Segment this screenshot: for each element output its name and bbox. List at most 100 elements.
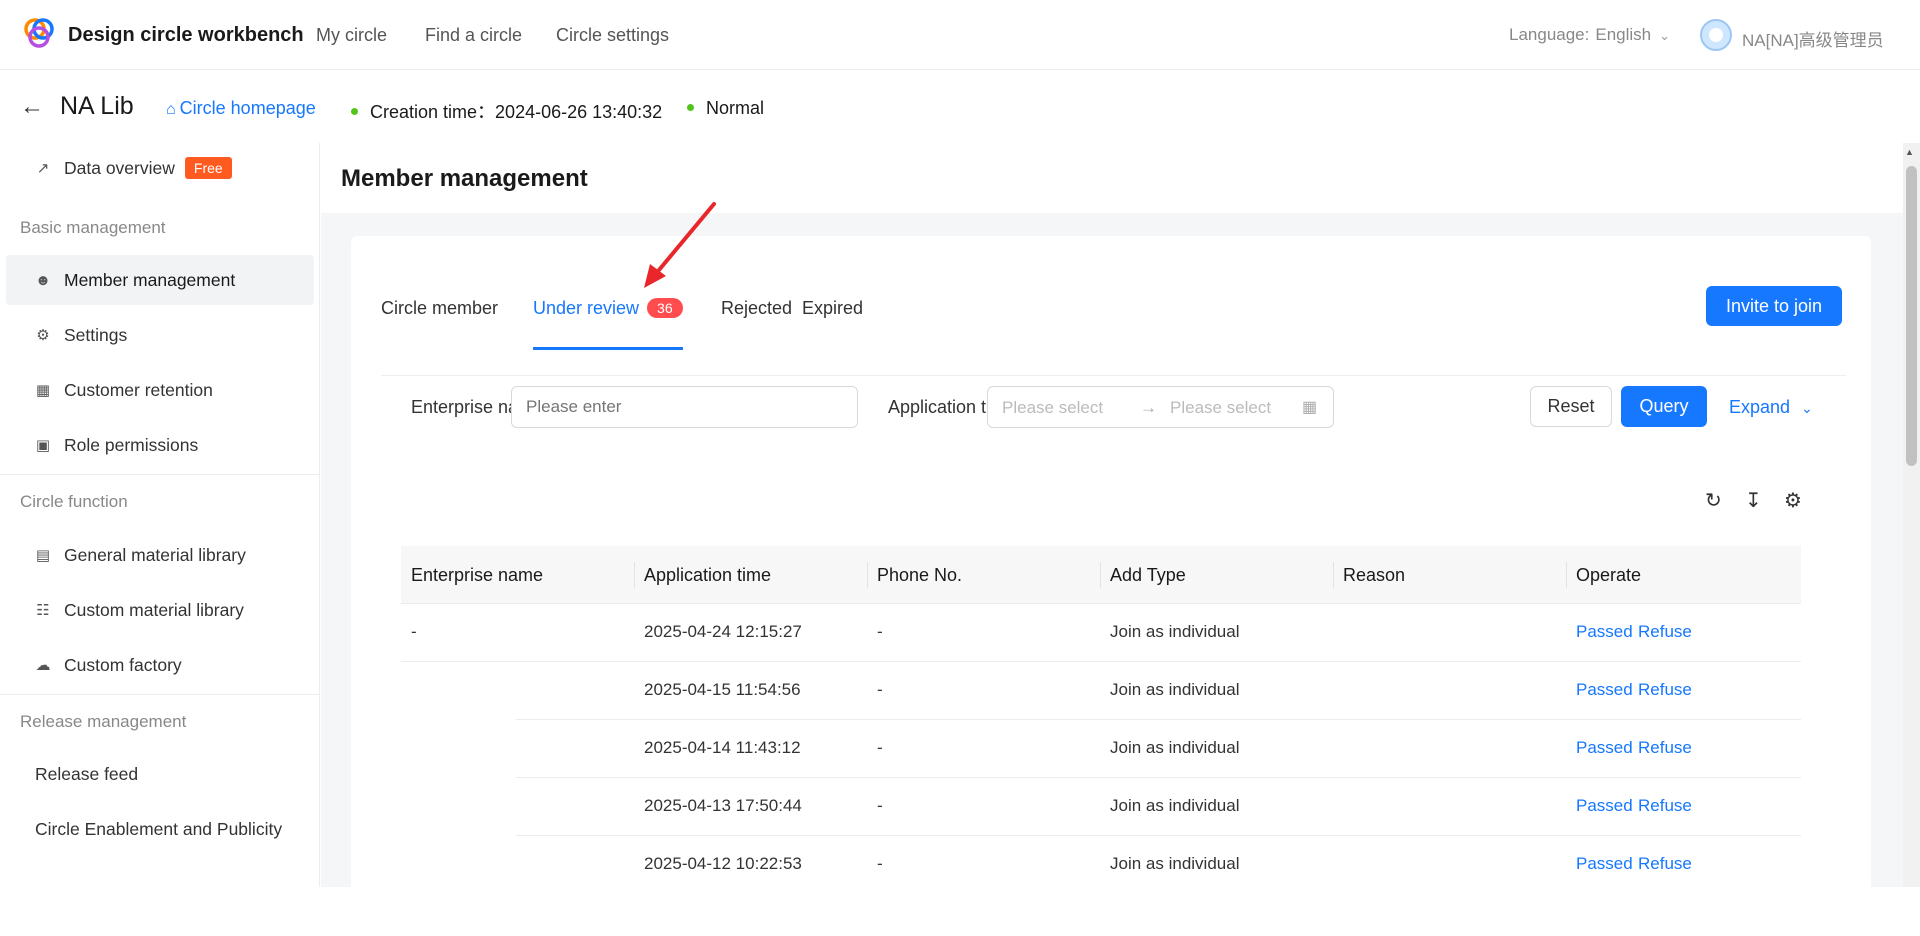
table-row: 2025-04-12 10:22:53 - Join as individual… [401,836,1801,894]
tab-bar: Circle member Under review 36 Rejected Ex… [381,236,1846,376]
members-icon: ☻ [35,271,51,289]
pass-button[interactable]: Passed [1576,738,1633,758]
sidebar-item-label: Custom factory [64,654,182,675]
sidebar-item-settings[interactable]: ⚙ Settings [6,310,314,360]
gear-icon: ⚙ [36,327,50,344]
back-arrow-icon[interactable]: ← [20,93,44,121]
nav-my-circle[interactable]: My circle [316,25,387,46]
pass-button[interactable]: Passed [1576,622,1633,642]
tab-circle-member[interactable]: Circle member [381,298,498,350]
refuse-button[interactable]: Refuse [1638,622,1692,642]
library-icon: ▤ [35,547,51,564]
sidebar-item-label: Data overview [64,157,175,178]
free-badge: Free [184,157,232,179]
nav-find-circle[interactable]: Find a circle [425,25,522,46]
sidebar-item-role-permissions[interactable]: ▣ Role permissions [6,420,314,470]
sidebar-item-general-material[interactable]: ▤ General material library [6,530,314,580]
pass-button[interactable]: Passed [1576,796,1633,816]
scrollbar-thumb[interactable] [1906,166,1917,466]
pass-button[interactable]: Passed [1576,854,1633,874]
enterprise-name-input[interactable] [511,386,858,428]
column-header: Enterprise name [411,565,544,585]
cell-time: 2025-04-13 17:50:44 [644,796,802,815]
sidebar-item-enablement[interactable]: Circle Enablement and Publicity [6,804,314,854]
home-icon: ⌂ [166,101,176,118]
cell-phone: - [877,796,883,815]
sidebar-item-label: Release feed [35,763,139,784]
column-header: Application time [644,565,772,585]
cell-phone: - [877,680,883,699]
sidebar-item-label: Customer retention [64,379,213,400]
page-title: Member management [341,165,588,192]
column-header: Reason [1343,565,1406,585]
tab-under-review[interactable]: Under review 36 [533,298,683,350]
lock-icon: ▣ [35,437,51,454]
title-bar: Member management [321,143,1903,213]
refuse-button[interactable]: Refuse [1638,738,1692,758]
refuse-button[interactable]: Refuse [1638,680,1692,700]
reset-button[interactable]: Reset [1530,386,1612,427]
cell-phone: - [877,622,883,641]
nav-circle-settings[interactable]: Circle settings [556,25,669,46]
density-icon[interactable]: ↧ [1745,488,1762,513]
language-label: Language: [1509,25,1590,44]
pass-button[interactable]: Passed [1576,680,1633,700]
cell-time: 2025-04-14 11:43:12 [644,738,801,757]
refuse-button[interactable]: Refuse [1638,796,1692,816]
enterprise-name-label: Enterprise na [411,397,511,417]
status-dot [687,103,694,111]
sidebar-item-label: Member management [64,269,236,290]
sidebar-item-label: Settings [64,324,128,345]
sidebar-group-circle: Circle function [20,492,128,511]
range-end: Please select [1170,398,1272,417]
sidebar-item-custom-factory[interactable]: ☁ Custom factory [6,640,314,690]
sidebar-item-customer-retention[interactable]: ▦ Customer retention [6,365,314,415]
cell-phone: - [877,738,883,757]
range-start: Please select [1002,398,1104,417]
library-name: NA Lib [60,92,134,120]
sidebar-item-data-overview[interactable]: ↗ Data overview Free [6,143,314,193]
scroll-up-icon[interactable]: ▲ [1905,147,1914,157]
brand-name: Design circle workbench [68,24,304,46]
sidebar-item-member-management[interactable]: ☻ Member management [6,255,314,305]
sidebar-item-release-feed[interactable]: Release feed [6,749,314,799]
table-row: 2025-04-13 17:50:44 - Join as individual… [401,778,1801,836]
invite-button[interactable]: Invite to join [1706,286,1842,326]
sidebar: ↗ Data overview Free Basic management ☻ … [0,143,320,887]
refresh-icon[interactable]: ↻ [1705,488,1722,513]
cell-type: Join as individual [1110,796,1240,815]
sidebar-divider [0,694,320,695]
cloud-icon: ☁ [35,657,51,674]
circle-homepage-link[interactable]: ⌂ Circle homepage [166,98,316,119]
cell-type: Join as individual [1110,854,1240,873]
avatar[interactable] [1700,19,1732,51]
column-divider [634,562,635,588]
chevron-down-icon: ⌄ [1659,28,1671,43]
document-icon: ☷ [36,602,50,619]
arrow-right-icon: → [1140,398,1157,417]
sidebar-item-label: Role permissions [64,434,199,455]
application-time-range[interactable]: Please select → Please select ▦ [987,386,1334,428]
cell-phone: - [877,854,883,873]
table-row: 2025-04-15 11:54:56 - Join as individual… [401,662,1801,720]
tab-expired[interactable]: Expired [802,298,863,350]
grid-icon: ▦ [35,382,51,399]
column-divider [1566,562,1567,588]
column-divider [1333,562,1334,588]
expand-toggle[interactable]: Expand ⌄ [1729,397,1813,418]
sidebar-item-custom-material[interactable]: ☷ Custom material library [6,585,314,635]
cell-type: Join as individual [1110,680,1240,699]
circle-homepage-label: Circle homepage [179,98,316,118]
main-content: Member management Circle member Under re… [321,143,1903,936]
table-row: 2025-04-14 11:43:12 - Join as individual… [401,720,1801,778]
username[interactable]: NA[NA]高级管理员 [1742,26,1884,51]
query-button[interactable]: Query [1621,386,1707,427]
status-badge: Normal [687,98,764,119]
refuse-button[interactable]: Refuse [1638,854,1692,874]
language-selector[interactable]: Language: English ⌄ [1509,25,1670,45]
column-header: Phone No. [877,565,963,585]
sidebar-item-label: Custom material library [64,599,244,620]
language-value: English [1595,25,1652,44]
tab-rejected[interactable]: Rejected [721,298,792,350]
column-settings-icon[interactable]: ⚙ [1784,488,1802,513]
